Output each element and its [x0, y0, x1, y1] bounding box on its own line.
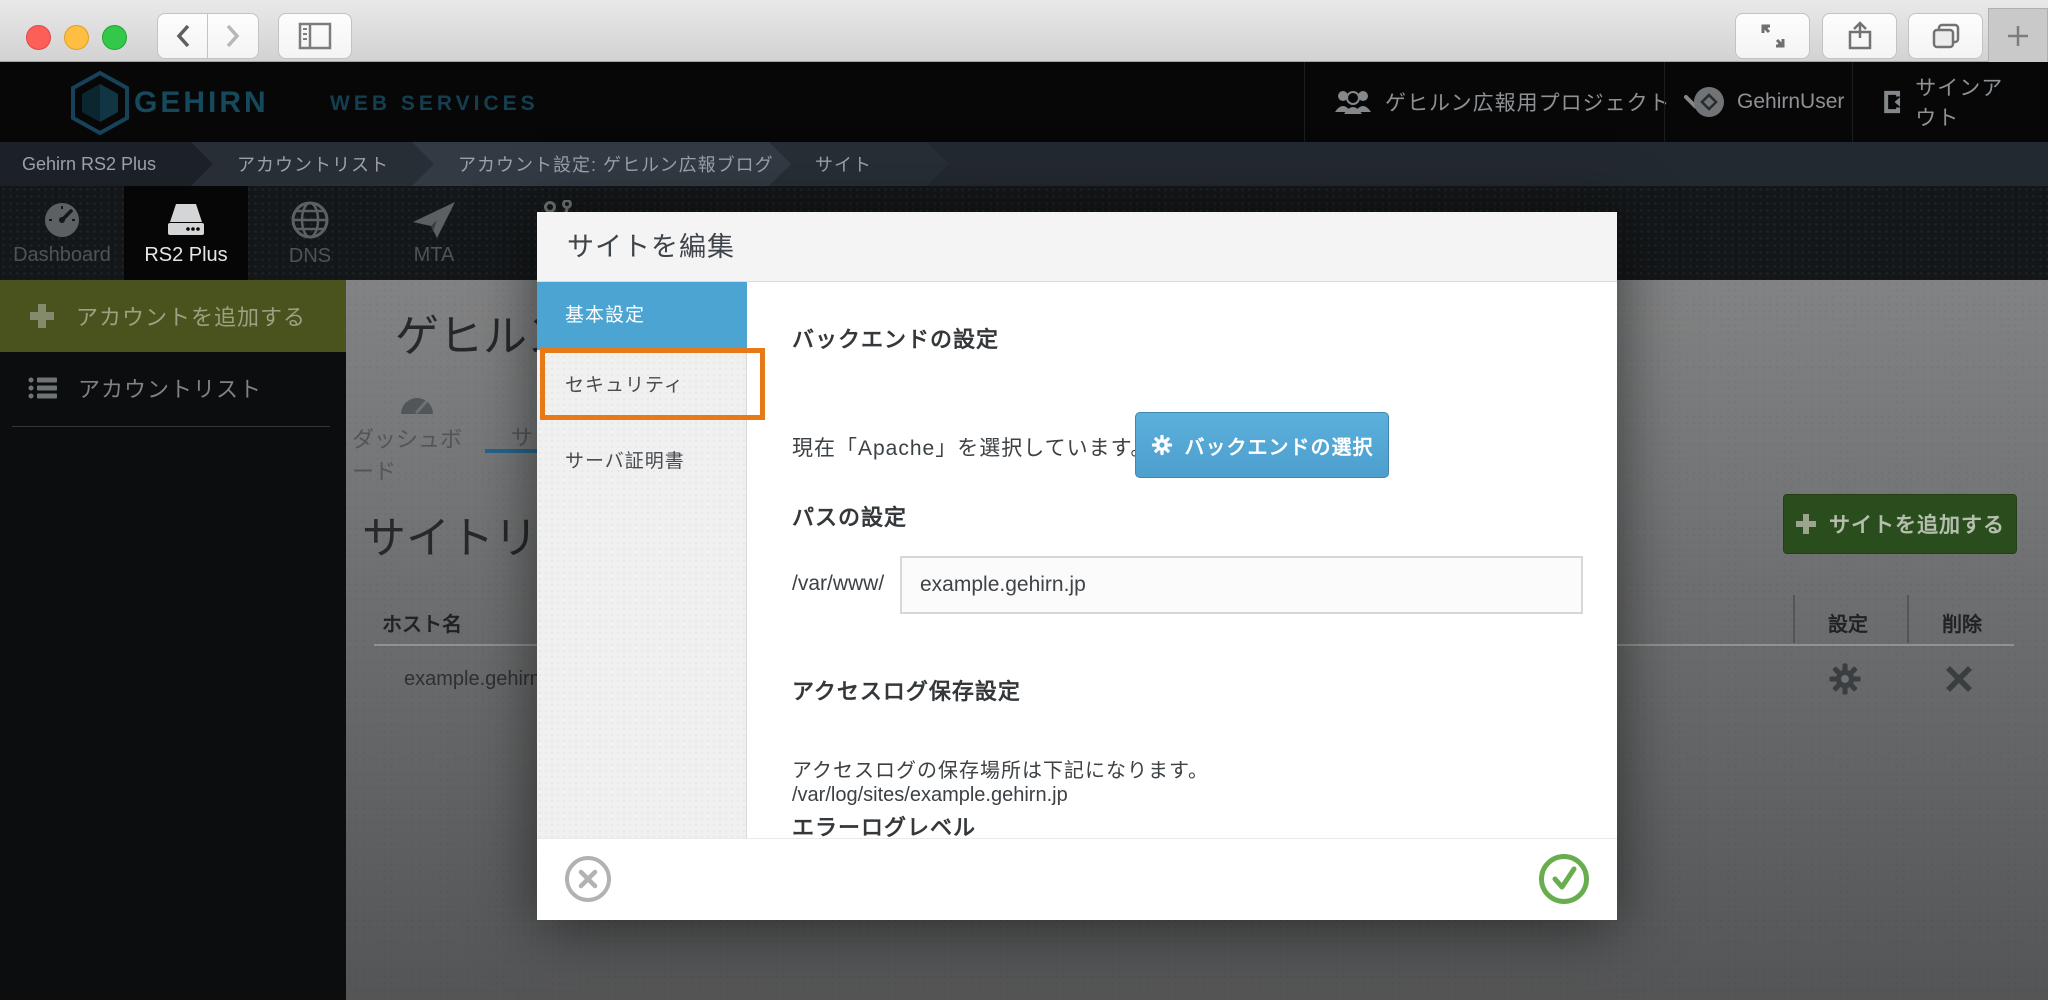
- share-button[interactable]: [1822, 13, 1897, 59]
- modal-title: サイトを編集: [567, 212, 735, 282]
- breadcrumb-item-site[interactable]: サイト: [769, 142, 949, 186]
- signout-label: サインアウト: [1915, 72, 2020, 132]
- path-settings-heading: パスの設定: [792, 500, 907, 532]
- zoom-window-button[interactable]: [102, 25, 127, 50]
- logo-text: GEHIRN: [134, 86, 269, 120]
- check-icon: [1550, 866, 1578, 892]
- fullscreen-icon: [1759, 22, 1787, 50]
- plus-icon: [28, 302, 56, 330]
- nav-item-dns[interactable]: DNS: [248, 186, 372, 280]
- user-name: GehirnUser: [1737, 90, 1844, 114]
- back-icon: [174, 23, 192, 49]
- avatar-icon: [1693, 86, 1725, 118]
- share-icon: [1847, 21, 1873, 51]
- plus-icon: [2006, 24, 2030, 48]
- gear-icon: [1151, 434, 1173, 456]
- nav-item-rs2plus[interactable]: RS2 Plus: [124, 186, 248, 280]
- site-list-heading: サイトリ: [362, 502, 538, 566]
- close-window-button[interactable]: [26, 25, 51, 50]
- globe-icon: [289, 199, 331, 241]
- sidebar-toggle-button[interactable]: [278, 13, 352, 59]
- x-icon: [1944, 664, 1974, 694]
- forward-button[interactable]: [208, 13, 259, 59]
- breadcrumb: Gehirn RS2 Plus アカウントリスト アカウント設定: ゲヒルン広報…: [0, 142, 2048, 186]
- gauge-icon: [40, 200, 84, 240]
- gehirn-logo-icon: [68, 70, 132, 136]
- breadcrumb-item-rs2plus[interactable]: Gehirn RS2 Plus: [0, 142, 213, 186]
- sidebar-toggle-icon: [298, 22, 332, 50]
- backend-status-text: 現在「Apache」を選択しています。: [792, 432, 1153, 462]
- fullscreen-button[interactable]: [1735, 13, 1810, 59]
- table-header-delete: 削除: [1924, 608, 2000, 637]
- tab-overview-button[interactable]: [1908, 13, 1983, 59]
- forward-icon: [224, 23, 242, 49]
- signout-button[interactable]: サインアウト: [1852, 62, 2048, 142]
- breadcrumb-item-account-list[interactable]: アカウントリスト: [191, 142, 434, 186]
- close-icon: [577, 868, 599, 890]
- accesslog-settings-heading: アクセスログ保存設定: [792, 674, 1021, 706]
- users-icon: [1333, 88, 1373, 116]
- new-tab-button[interactable]: [1988, 8, 2048, 62]
- row-delete-button[interactable]: [1944, 664, 1974, 699]
- accesslog-path: /var/log/sites/example.gehirn.jp: [792, 784, 1068, 807]
- plus-icon: [1795, 513, 1817, 535]
- user-menu[interactable]: GehirnUser: [1664, 62, 1872, 142]
- nav-item-mta[interactable]: MTA: [372, 186, 496, 280]
- sidebar-item-account-list[interactable]: アカウントリスト: [0, 352, 346, 424]
- back-button[interactable]: [157, 13, 208, 59]
- select-backend-label: バックエンドの選択: [1185, 431, 1374, 460]
- tab-overview-icon: [1931, 22, 1961, 50]
- gear-icon: [1828, 662, 1862, 696]
- app-window: GEHIRN WEB SERVICES ゲヒルン広報用プロジェクト Gehirn…: [0, 0, 2048, 1000]
- gauge-icon: [399, 392, 435, 416]
- table-header-settings: 設定: [1810, 608, 1886, 637]
- errorlog-level-heading: エラーログレベル: [792, 810, 976, 838]
- table-header-host: ホスト名: [382, 608, 462, 637]
- tab-dashboard[interactable]: ダッシュボード: [352, 392, 482, 486]
- modal-tab-security[interactable]: セキュリティ: [537, 352, 747, 420]
- select-backend-button[interactable]: バックエンドの選択: [1135, 412, 1389, 478]
- modal-tab-list: 基本設定 セキュリティ サーバ証明書: [537, 282, 747, 838]
- app-header: GEHIRN WEB SERVICES ゲヒルン広報用プロジェクト Gehirn…: [0, 62, 2048, 142]
- paper-plane-icon: [411, 200, 457, 240]
- list-icon: [28, 376, 58, 400]
- sidebar-divider: [12, 426, 330, 427]
- nav-item-dashboard[interactable]: Dashboard: [0, 186, 124, 280]
- cancel-button[interactable]: [565, 856, 611, 902]
- path-input[interactable]: [900, 556, 1583, 614]
- add-site-button[interactable]: サイトを追加する: [1783, 494, 2017, 554]
- edit-site-modal: サイトを編集 基本設定 セキュリティ サーバ証明書 バックエンドの設定 現在「A…: [537, 212, 1617, 920]
- browser-toolbar: [0, 0, 2048, 62]
- accesslog-description: アクセスログの保存場所は下記になります。: [792, 754, 1209, 783]
- sidebar: アカウントを追加する アカウントリスト: [0, 280, 346, 1000]
- modal-footer: [537, 838, 1617, 920]
- modal-tab-basic-settings[interactable]: 基本設定: [537, 282, 747, 350]
- server-icon: [162, 200, 210, 240]
- project-name: ゲヒルン広報用プロジェクト: [1385, 87, 1671, 117]
- minimize-window-button[interactable]: [64, 25, 89, 50]
- modal-body: バックエンドの設定 現在「Apache」を選択しています。 バックエンドの選択 …: [792, 282, 1617, 838]
- modal-tab-server-certificate[interactable]: サーバ証明書: [537, 428, 747, 496]
- sidebar-item-add-account[interactable]: アカウントを追加する: [0, 280, 346, 352]
- row-settings-button[interactable]: [1828, 662, 1862, 701]
- backend-settings-heading: バックエンドの設定: [792, 322, 999, 354]
- breadcrumb-item-account-settings[interactable]: アカウント設定: ゲヒルン広報ブログ: [412, 142, 791, 186]
- signout-icon: [1881, 86, 1903, 118]
- path-prefix-label: /var/www/: [792, 572, 884, 596]
- tab-site[interactable]: サ: [511, 420, 533, 452]
- modal-header: サイトを編集: [537, 212, 1617, 282]
- logo-subtext: WEB SERVICES: [330, 92, 539, 116]
- tab-site-underline: [485, 449, 537, 453]
- confirm-button[interactable]: [1539, 854, 1589, 904]
